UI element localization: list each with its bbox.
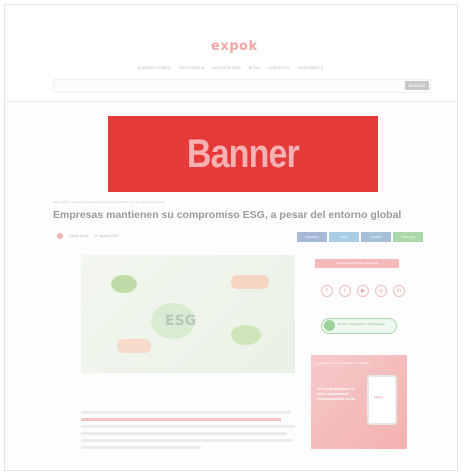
hand-shape	[231, 275, 269, 289]
esg-label: ESG	[165, 313, 197, 329]
instagram-icon[interactable]: ◎	[375, 285, 387, 297]
sidebar-heading: Las noticias de ESG más leídas	[315, 259, 399, 268]
text-line	[81, 446, 201, 449]
share-facebook-button[interactable]: Facebook	[297, 232, 327, 242]
avatar	[57, 233, 63, 239]
nav-item-contacto[interactable]: CONTACTO	[268, 65, 290, 70]
nav-item-quienes[interactable]: QUIENES SOMOS	[137, 65, 171, 70]
whatsapp-subscribe-button[interactable]: Recibe noticias ESG vía WhatsApp	[321, 318, 397, 334]
ad-text: En Expok lanzamos 10 años comunicando re…	[317, 387, 356, 401]
text-line	[81, 432, 287, 435]
text-line	[81, 439, 293, 442]
whatsapp-icon	[324, 320, 335, 331]
author-name[interactable]: Expok News	[69, 234, 88, 238]
share-buttons: Facebook Twitter LinkedIn WhatsApp	[297, 232, 423, 242]
sidebar-ad[interactable]: ¿Te gusta ver las noticias en tu celular…	[311, 355, 407, 449]
nav-item-suscribete[interactable]: SUSCRÍBETE	[298, 65, 324, 70]
search-input[interactable]	[53, 79, 431, 93]
article-date: 10 agosto 2023	[94, 234, 119, 238]
article-title: Empresas mantienen su compromiso ESG, a …	[53, 209, 402, 221]
text-line	[81, 418, 281, 421]
leaf-shape	[231, 325, 261, 345]
banner-ad[interactable]: Banner	[108, 116, 378, 192]
breadcrumb[interactable]: Inicio › ESG › Empresas mantienen su com…	[53, 200, 165, 204]
ad-headline: ¿Te gusta ver las noticias en tu celular…	[317, 361, 370, 365]
twitter-icon[interactable]: t	[339, 285, 351, 297]
author-row: Expok News 10 agosto 2023	[57, 233, 119, 239]
nav-item-blog[interactable]: BLOG	[249, 65, 260, 70]
site-header: expok QUIENES SOMOS SECTORES ▾ DIFUSIÓN …	[5, 5, 457, 102]
facebook-icon[interactable]: f	[321, 285, 333, 297]
phone-illustration: expok	[367, 375, 397, 425]
page-frame: expok QUIENES SOMOS SECTORES ▾ DIFUSIÓN …	[4, 4, 458, 471]
text-line	[81, 411, 291, 414]
phone-logo: expok	[374, 395, 383, 399]
banner-label: Banner	[186, 131, 300, 176]
nav-item-sectores[interactable]: SECTORES ▾	[179, 65, 204, 70]
youtube-icon[interactable]: ▶	[357, 285, 369, 297]
article-hero-image: ESG	[81, 255, 295, 373]
text-line	[81, 425, 295, 428]
search-button[interactable]: BUSCAR	[405, 81, 429, 90]
leaf-shape	[111, 275, 137, 293]
share-twitter-button[interactable]: Twitter	[329, 232, 359, 242]
main-nav: QUIENES SOMOS SECTORES ▾ DIFUSIÓN ESG BL…	[137, 65, 324, 70]
social-icons: f t ▶ ◎ in	[321, 285, 405, 297]
article-body	[81, 411, 301, 453]
expok-logo[interactable]: expok	[211, 39, 258, 54]
share-linkedin-button[interactable]: LinkedIn	[361, 232, 391, 242]
share-whatsapp-button[interactable]: WhatsApp	[393, 232, 423, 242]
whatsapp-label: Recibe noticias ESG vía WhatsApp	[338, 322, 386, 326]
linkedin-icon[interactable]: in	[393, 285, 405, 297]
hand-shape	[117, 339, 151, 353]
nav-item-difusion[interactable]: DIFUSIÓN ESG	[212, 65, 241, 70]
